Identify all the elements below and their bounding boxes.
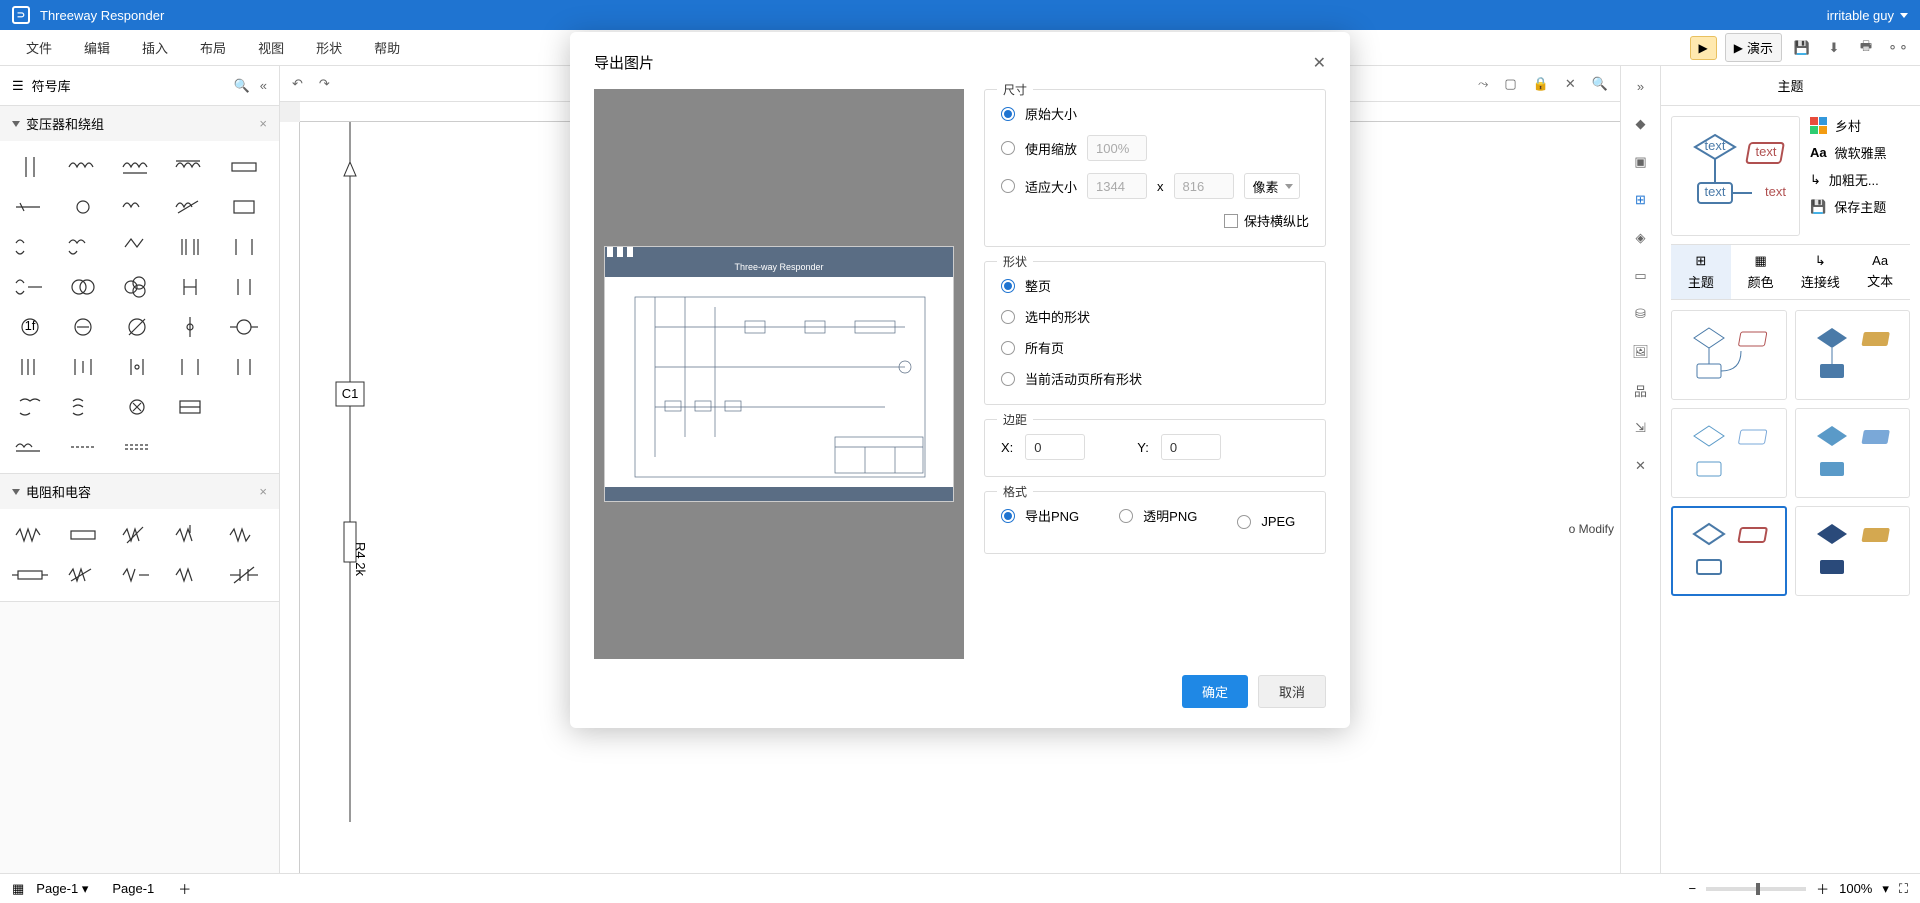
margin-y-input[interactable] bbox=[1161, 434, 1221, 460]
width-input[interactable] bbox=[1087, 173, 1147, 199]
shape-fieldset: 形状 整页 选中的形状 所有页 当前活动页所有形状 bbox=[984, 261, 1326, 405]
export-image-modal: 导出图片 ✕ Three-way Responder bbox=[570, 32, 1350, 728]
radio-use-scale[interactable] bbox=[1001, 141, 1015, 155]
radio-export-png[interactable] bbox=[1001, 509, 1015, 523]
radio-selected-shapes[interactable] bbox=[1001, 310, 1015, 324]
height-input[interactable] bbox=[1174, 173, 1234, 199]
keep-ratio-checkbox[interactable] bbox=[1224, 214, 1238, 228]
radio-active-all-shapes[interactable] bbox=[1001, 372, 1015, 386]
size-fieldset: 尺寸 原始大小 使用缩放 适应大小 x bbox=[984, 89, 1326, 247]
radio-fit-size[interactable] bbox=[1001, 179, 1015, 193]
radio-original-size[interactable] bbox=[1001, 107, 1015, 121]
cancel-button[interactable]: 取消 bbox=[1258, 675, 1326, 708]
radio-transparent-png[interactable] bbox=[1119, 509, 1133, 523]
radio-all-pages[interactable] bbox=[1001, 341, 1015, 355]
ok-button[interactable]: 确定 bbox=[1182, 675, 1248, 708]
radio-jpeg[interactable] bbox=[1237, 515, 1251, 529]
modal-close-icon[interactable]: ✕ bbox=[1313, 53, 1326, 73]
scale-input[interactable] bbox=[1087, 135, 1147, 161]
unit-select[interactable]: 像素 bbox=[1244, 173, 1300, 199]
modal-title: 导出图片 bbox=[594, 52, 654, 73]
modal-overlay: 导出图片 ✕ Three-way Responder bbox=[0, 0, 1920, 903]
margin-x-input[interactable] bbox=[1025, 434, 1085, 460]
preview-title: Three-way Responder bbox=[605, 257, 953, 277]
radio-full-page[interactable] bbox=[1001, 279, 1015, 293]
margin-fieldset: 边距 X: Y: bbox=[984, 419, 1326, 477]
export-preview: Three-way Responder bbox=[594, 89, 964, 659]
format-fieldset: 格式 导出PNG 透明PNG JPEG bbox=[984, 491, 1326, 554]
